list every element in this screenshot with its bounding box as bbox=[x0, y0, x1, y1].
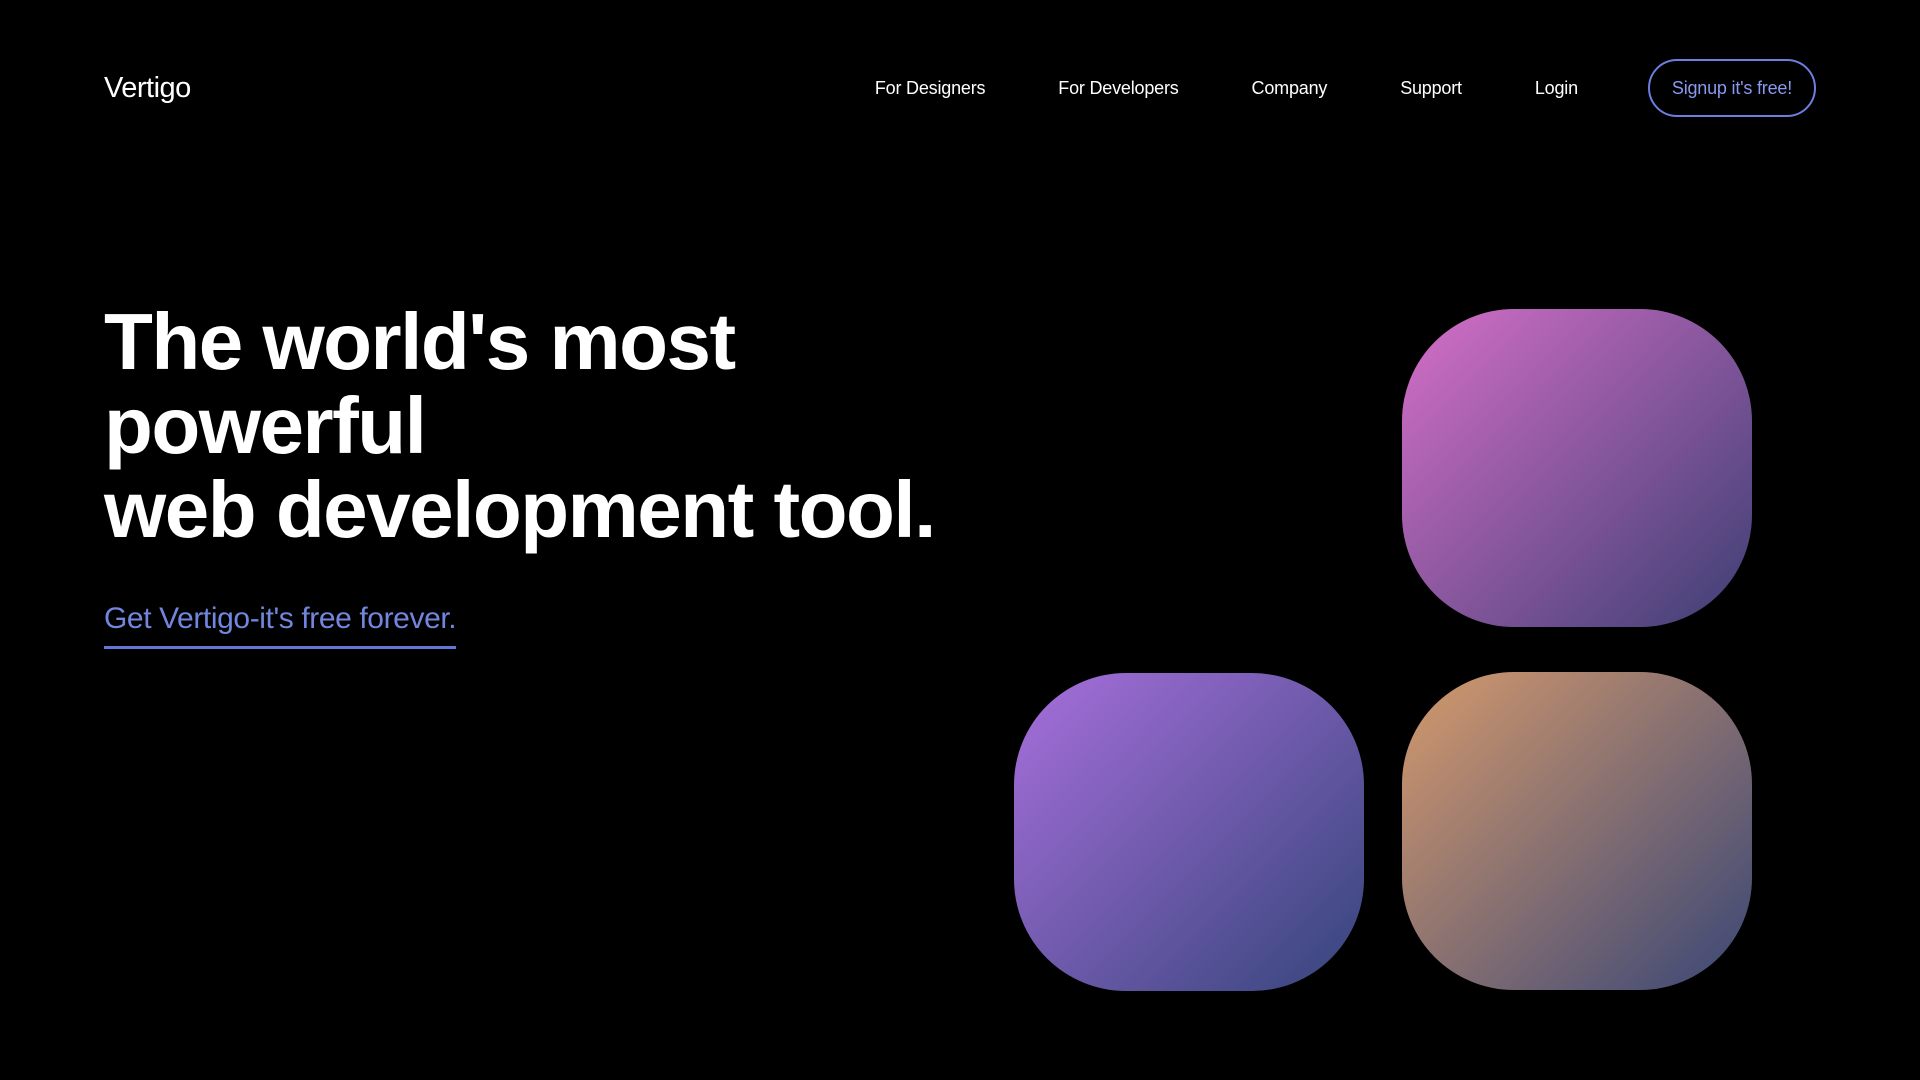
hero-section: The world's most powerful web developmen… bbox=[104, 300, 1064, 649]
nav-item-for-developers[interactable]: For Developers bbox=[1058, 78, 1178, 99]
brand-logo[interactable]: Vertigo bbox=[104, 72, 191, 105]
landing-page: Vertigo For Designers For Developers Com… bbox=[0, 0, 1920, 1080]
nav-item-company[interactable]: Company bbox=[1252, 78, 1328, 99]
hero-headline: The world's most powerful web developmen… bbox=[104, 300, 1064, 552]
nav-item-login[interactable]: Login bbox=[1535, 78, 1578, 99]
hero-headline-line-1: The world's most powerful bbox=[104, 297, 736, 470]
gradient-tile-orange bbox=[1402, 672, 1752, 990]
nav-item-support[interactable]: Support bbox=[1400, 78, 1462, 99]
signup-button[interactable]: Signup it's free! bbox=[1647, 59, 1816, 117]
gradient-tile-pink bbox=[1402, 309, 1752, 627]
gradient-tile-purple bbox=[1014, 673, 1364, 991]
nav-links: For Designers For Developers Company Sup… bbox=[875, 78, 1578, 99]
get-vertigo-link[interactable]: Get Vertigo-it's free forever. bbox=[104, 602, 457, 649]
top-nav: Vertigo For Designers For Developers Com… bbox=[104, 57, 1816, 119]
nav-item-for-designers[interactable]: For Designers bbox=[875, 78, 986, 99]
hero-headline-line-2: web development tool. bbox=[104, 465, 936, 554]
